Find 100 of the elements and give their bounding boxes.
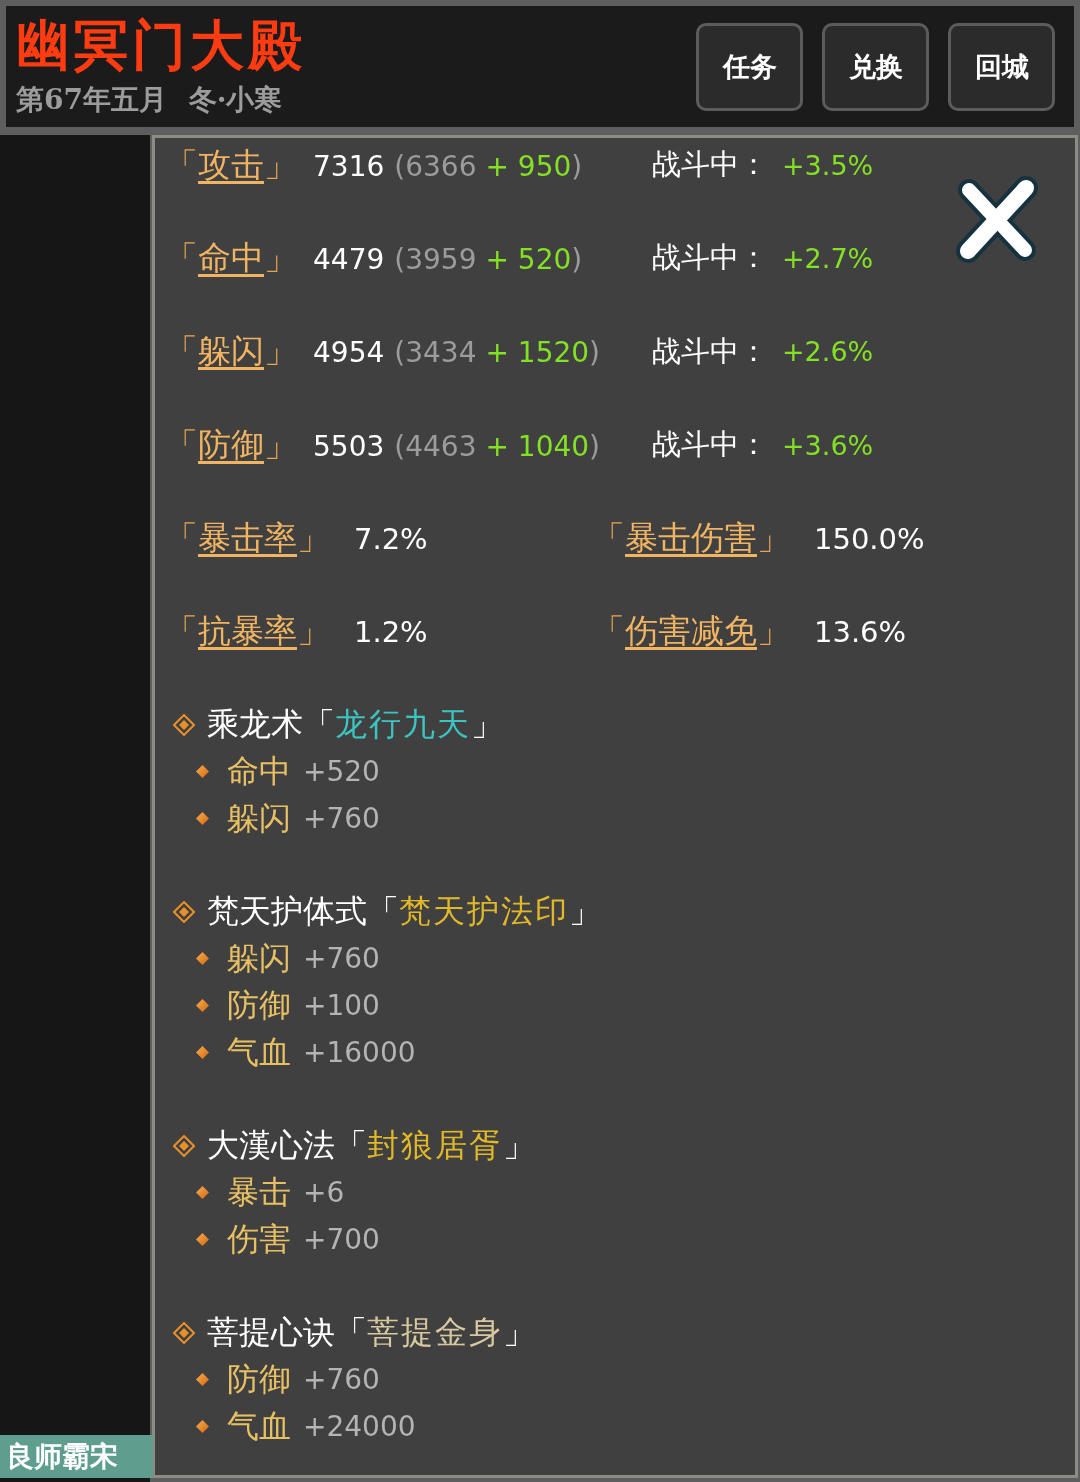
effect-stat: 躲闪 bbox=[227, 937, 291, 979]
stat-link[interactable]: 命中 bbox=[198, 235, 264, 281]
diamond-icon bbox=[196, 999, 209, 1013]
bonus-value: + 1040 bbox=[485, 429, 590, 463]
bonus-value: + 1520 bbox=[485, 336, 590, 370]
effect-value: +100 bbox=[303, 989, 380, 1023]
bracket-mark: 「 bbox=[165, 236, 198, 279]
bonus-value: + 520 bbox=[485, 242, 572, 276]
total-value: 7316 bbox=[313, 149, 385, 183]
base-value: (3959 bbox=[394, 242, 477, 276]
battle-label: 战斗中： bbox=[652, 239, 768, 277]
diamond-icon bbox=[173, 900, 195, 923]
diamond-icon bbox=[196, 1233, 209, 1247]
effect-value: +700 bbox=[303, 1223, 380, 1257]
diamond-icon bbox=[196, 1373, 209, 1387]
name-tag: 良师霸宋 bbox=[0, 1435, 153, 1478]
technique-name: 乘龙术 bbox=[207, 703, 303, 745]
paren-mark: ) bbox=[571, 149, 583, 183]
bracket-mark: 「 bbox=[165, 423, 198, 466]
paren-mark: ) bbox=[589, 336, 600, 370]
effect-value: +520 bbox=[303, 755, 380, 789]
bracket-mark: 「 bbox=[335, 1124, 367, 1166]
bracket-mark: 「 bbox=[303, 703, 335, 745]
total-value: 4479 bbox=[313, 242, 385, 276]
close-icon[interactable] bbox=[956, 175, 1038, 263]
diamond-icon bbox=[173, 1321, 195, 1344]
base-value: (6366 bbox=[394, 149, 477, 183]
technique-name: 菩提心诀 bbox=[207, 1311, 335, 1353]
battle-label: 战斗中： bbox=[652, 426, 768, 464]
technique-style: 封狼居胥 bbox=[367, 1124, 503, 1166]
diamond-icon bbox=[196, 812, 209, 826]
bracket-mark: 」 bbox=[264, 423, 297, 466]
bracket-mark: 」 bbox=[264, 236, 297, 279]
effect-stat: 暴击 bbox=[227, 1171, 291, 1213]
battle-label: 战斗中： bbox=[652, 146, 768, 183]
bracket-mark: 「 bbox=[335, 1311, 367, 1353]
rate-value: 13.6% bbox=[814, 615, 907, 650]
effect-stat: 伤害 bbox=[227, 1218, 291, 1260]
stat-link[interactable]: 攻击 bbox=[198, 142, 264, 188]
nav-button[interactable]: 任务 bbox=[696, 22, 803, 111]
technique-style: 菩提金身 bbox=[367, 1311, 503, 1353]
battle-bonus: +3.6% bbox=[782, 429, 875, 461]
rate-value: 150.0% bbox=[814, 522, 925, 557]
bracket-mark: 「 bbox=[592, 610, 625, 653]
battle-bonus: +2.6% bbox=[782, 336, 875, 368]
bracket-mark: 「 bbox=[165, 517, 198, 560]
rate-value: 1.2% bbox=[354, 615, 428, 650]
bracket-mark: 「 bbox=[592, 517, 625, 560]
effect-stat: 防御 bbox=[227, 984, 291, 1026]
diamond-icon bbox=[196, 1186, 209, 1200]
bracket-mark: 」 bbox=[503, 1124, 535, 1166]
diamond-icon bbox=[196, 765, 209, 779]
paren-mark: ) bbox=[589, 429, 600, 463]
bracket-mark: 」 bbox=[757, 517, 790, 560]
battle-bonus: +3.5% bbox=[782, 149, 875, 181]
bracket-mark: 」 bbox=[264, 143, 297, 186]
stat-link[interactable]: 暴击率 bbox=[198, 516, 297, 562]
nav-button[interactable]: 兑换 bbox=[822, 22, 929, 111]
effect-stat: 气血 bbox=[227, 1405, 291, 1447]
effect-stat: 防御 bbox=[227, 1358, 291, 1400]
battle-bonus: +2.7% bbox=[782, 242, 875, 274]
battle-label: 战斗中： bbox=[652, 332, 768, 370]
bracket-mark: 」 bbox=[471, 703, 503, 745]
stat-link[interactable]: 躲闪 bbox=[198, 329, 264, 375]
effect-stat: 躲闪 bbox=[227, 797, 291, 839]
effect-value: +760 bbox=[303, 802, 380, 836]
bracket-mark: 」 bbox=[264, 330, 297, 373]
technique-name: 大漢心法 bbox=[207, 1124, 335, 1166]
technique-style: 龙行九天 bbox=[335, 703, 471, 745]
nav-button[interactable]: 回城 bbox=[948, 22, 1055, 111]
effect-stat: 命中 bbox=[227, 750, 291, 792]
diamond-icon bbox=[173, 1134, 195, 1157]
bracket-mark: 」 bbox=[503, 1311, 535, 1353]
diamond-icon bbox=[196, 1046, 209, 1060]
stat-link[interactable]: 暴击伤害 bbox=[625, 516, 757, 562]
technique-name: 梵天护体式 bbox=[207, 890, 367, 932]
stat-link[interactable]: 伤害减免 bbox=[625, 609, 757, 655]
paren-mark: ) bbox=[571, 242, 583, 276]
diamond-icon bbox=[196, 1420, 209, 1434]
rate-value: 7.2% bbox=[354, 522, 428, 557]
effect-value: +16000 bbox=[303, 1036, 416, 1070]
technique-style: 梵天护法印 bbox=[399, 890, 569, 932]
base-value: (4463 bbox=[394, 429, 477, 463]
bonus-value: + 950 bbox=[485, 149, 572, 183]
bracket-mark: 」 bbox=[297, 517, 330, 560]
bracket-mark: 「 bbox=[165, 143, 198, 186]
bracket-mark: 「 bbox=[165, 610, 198, 653]
effect-value: +760 bbox=[303, 942, 380, 976]
effect-value: +6 bbox=[303, 1176, 345, 1210]
bracket-mark: 」 bbox=[297, 610, 330, 653]
total-value: 4954 bbox=[313, 336, 385, 370]
stat-link[interactable]: 抗暴率 bbox=[198, 609, 297, 655]
effect-value: +24000 bbox=[303, 1410, 416, 1444]
base-value: (3434 bbox=[394, 336, 477, 370]
diamond-icon bbox=[196, 952, 209, 966]
page-title: 幽冥门大殿 bbox=[16, 14, 306, 76]
effect-value: +760 bbox=[303, 1363, 380, 1397]
diamond-icon bbox=[173, 713, 195, 736]
bracket-mark: 」 bbox=[757, 610, 790, 653]
stat-link[interactable]: 防御 bbox=[198, 422, 264, 468]
